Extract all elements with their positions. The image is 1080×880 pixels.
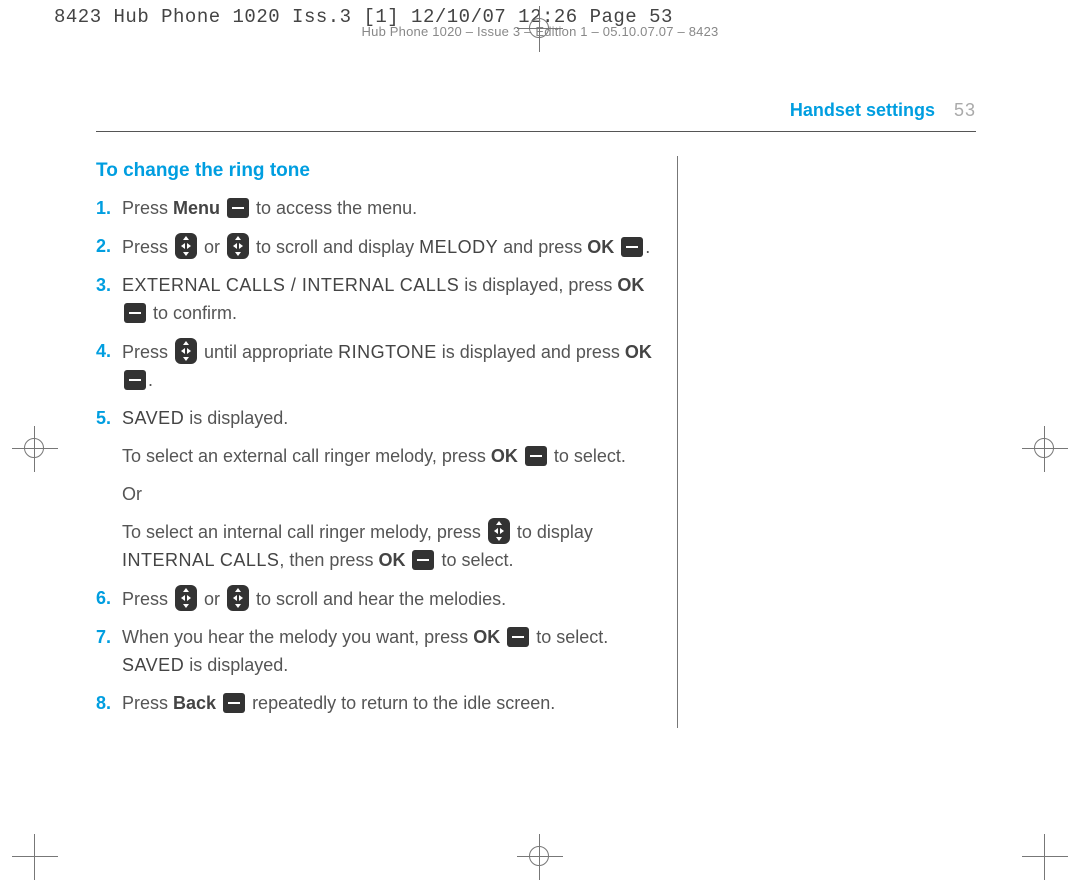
horizontal-rule xyxy=(96,131,976,132)
page-content: Handset settings 53 To change the ring t… xyxy=(96,100,976,728)
key-label-ok: OK xyxy=(625,342,652,362)
text: to display xyxy=(512,522,593,542)
key-label-ok: OK xyxy=(473,627,500,647)
text: and press xyxy=(498,237,587,257)
paragraph: To select an external call ringer melody… xyxy=(122,443,657,471)
step-number: 2. xyxy=(96,233,122,262)
text: is displayed. xyxy=(184,408,288,428)
text: to scroll and hear the melodies. xyxy=(251,589,506,609)
step-number: 5. xyxy=(96,405,122,433)
main-column: To change the ring tone 1. Press Menu to… xyxy=(96,156,678,728)
softkey-icon xyxy=(124,370,146,390)
text: is displayed and press xyxy=(437,342,625,362)
step-8: 8. Press Back repeatedly to return to th… xyxy=(96,690,657,718)
step-4: 4. Press until appropriate RINGTONE is d… xyxy=(96,338,657,395)
lcd-text: EXTERNAL CALLS / INTERNAL CALLS xyxy=(122,275,459,295)
text: Press xyxy=(122,342,173,362)
text: to scroll and display xyxy=(251,237,419,257)
step-5: 5. SAVED is displayed. xyxy=(96,405,657,433)
step-2: 2. Press or to scroll and display MELODY… xyxy=(96,233,657,262)
key-label-ok: OK xyxy=(378,550,405,570)
registration-mark-icon xyxy=(12,834,58,880)
lcd-text: INTERNAL CALLS xyxy=(122,550,279,570)
lcd-text: MELODY xyxy=(419,237,498,257)
text: is displayed. xyxy=(184,655,288,675)
lcd-text: RINGTONE xyxy=(338,342,437,362)
text: or xyxy=(199,589,225,609)
page-number: 53 xyxy=(954,100,976,120)
step-6: 6. Press or to scroll and hear the melod… xyxy=(96,585,657,614)
nav-key-icon xyxy=(227,585,249,611)
nav-key-icon xyxy=(175,233,197,259)
nav-key-icon xyxy=(488,518,510,544)
text: Press xyxy=(122,237,173,257)
text: to select. xyxy=(549,446,626,466)
step-7: 7. When you hear the melody you want, pr… xyxy=(96,624,657,680)
step-number: 6. xyxy=(96,585,122,614)
section-title: To change the ring tone xyxy=(96,156,657,185)
lcd-text: SAVED xyxy=(122,655,184,675)
text: , then press xyxy=(279,550,378,570)
text: Press xyxy=(122,198,173,218)
text: . xyxy=(148,370,153,390)
section-name: Handset settings xyxy=(790,100,935,120)
registration-mark-icon xyxy=(12,426,58,472)
registration-mark-icon xyxy=(517,6,563,52)
step-number: 3. xyxy=(96,272,122,328)
text: Press xyxy=(122,589,173,609)
key-label-back: Back xyxy=(173,693,216,713)
nav-key-icon xyxy=(175,585,197,611)
text: To select an internal call ringer melody… xyxy=(122,522,486,542)
softkey-icon xyxy=(227,198,249,218)
key-label-ok: OK xyxy=(587,237,614,257)
paragraph-or: Or xyxy=(122,481,657,509)
text: to confirm. xyxy=(148,303,237,323)
key-label-ok: OK xyxy=(491,446,518,466)
step-number: 8. xyxy=(96,690,122,718)
text: repeatedly to return to the idle screen. xyxy=(247,693,555,713)
softkey-icon xyxy=(124,303,146,323)
softkey-icon xyxy=(412,550,434,570)
text: Press xyxy=(122,693,173,713)
text: To select an external call ringer melody… xyxy=(122,446,491,466)
registration-mark-icon xyxy=(517,834,563,880)
step-number: 1. xyxy=(96,195,122,223)
registration-mark-icon xyxy=(1022,834,1068,880)
softkey-icon xyxy=(507,627,529,647)
step-number: 7. xyxy=(96,624,122,680)
text: or xyxy=(199,237,225,257)
step-3: 3. EXTERNAL CALLS / INTERNAL CALLS is di… xyxy=(96,272,657,328)
running-head: Handset settings 53 xyxy=(96,100,976,121)
key-label-menu: Menu xyxy=(173,198,220,218)
softkey-icon xyxy=(223,693,245,713)
text: to select. xyxy=(531,627,608,647)
text: until appropriate xyxy=(199,342,338,362)
softkey-icon xyxy=(621,237,643,257)
text: to select. xyxy=(436,550,513,570)
step-1: 1. Press Menu to access the menu. xyxy=(96,195,657,223)
registration-mark-icon xyxy=(1022,426,1068,472)
text: When you hear the melody you want, press xyxy=(122,627,473,647)
key-label-ok: OK xyxy=(617,275,644,295)
nav-key-icon xyxy=(175,338,197,364)
text: . xyxy=(645,237,650,257)
softkey-icon xyxy=(525,446,547,466)
paragraph: To select an internal call ringer melody… xyxy=(122,518,657,575)
step-number: 4. xyxy=(96,338,122,395)
lcd-text: SAVED xyxy=(122,408,184,428)
text: to access the menu. xyxy=(251,198,417,218)
nav-key-icon xyxy=(227,233,249,259)
text: is displayed, press xyxy=(459,275,617,295)
